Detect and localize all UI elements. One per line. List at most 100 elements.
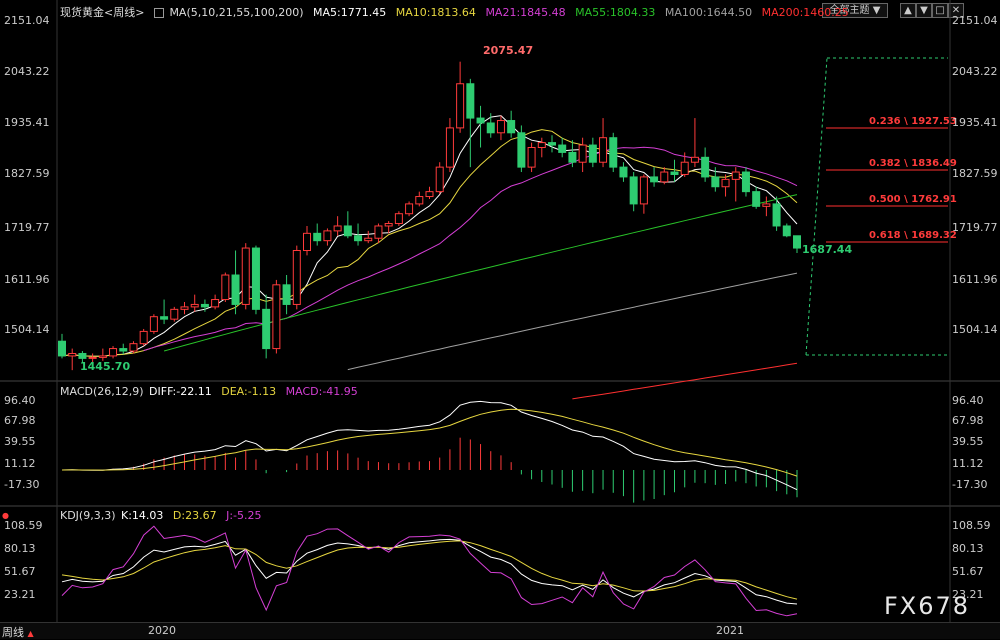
candle-body (639, 176, 648, 205)
price-chart[interactable] (0, 0, 1000, 638)
kdj-label[interactable]: KDJ(9,3,3) (60, 509, 116, 522)
kdj-tick-left: 51.67 (4, 565, 36, 578)
candle-body (599, 137, 608, 163)
candle-body (78, 352, 87, 359)
macd-tick: 11.12 (952, 457, 984, 470)
candle-body (670, 171, 679, 175)
candle-body (231, 274, 240, 305)
macd-tick-left: 39.55 (4, 435, 36, 448)
high-label: 2075.47 (483, 44, 534, 57)
price-tick-left: 1719.77 (4, 221, 50, 234)
price-tick-left: 2151.04 (4, 14, 50, 27)
kdj-k-line (61, 538, 798, 605)
candle-body (496, 120, 505, 134)
candle-body (772, 203, 781, 227)
candle-body (200, 303, 209, 308)
year-label-2020: 2020 (148, 624, 176, 637)
macd-dea: DEA:-1.13 (221, 385, 277, 398)
price-tick: 1611.96 (952, 273, 998, 286)
candle-body (793, 235, 801, 249)
macd-label[interactable]: MACD(26,12,9) (60, 385, 144, 398)
candle-body (558, 144, 567, 153)
price-tick: 1504.14 (952, 323, 998, 336)
macd-legend: MACD(26,12,9) DIFF:-22.11 DEA:-1.13 MACD… (60, 385, 364, 398)
candle-body (415, 196, 424, 205)
candle-body (333, 225, 342, 232)
low-label: 1445.70 (80, 360, 131, 373)
macd-tick: 39.55 (952, 435, 984, 448)
candle-body (68, 352, 77, 357)
kdj-tick: 108.59 (952, 519, 991, 532)
candle-body (180, 306, 189, 310)
price-tick-left: 1504.14 (4, 323, 50, 336)
candle-body (129, 343, 138, 352)
candle-body (609, 137, 618, 168)
candle-body (456, 83, 465, 129)
candle-body (588, 144, 597, 163)
candle-body (680, 161, 689, 175)
year-label-2021: 2021 (716, 624, 744, 637)
candle-body (537, 142, 546, 149)
kdj-j: J:-5.25 (226, 509, 262, 522)
ma5-line (61, 115, 798, 357)
candle-body (313, 232, 322, 242)
candle-body (660, 171, 669, 183)
kdj-k: K:14.03 (121, 509, 164, 522)
candle-body (160, 316, 169, 320)
macd-tick-left: -17.30 (4, 478, 40, 491)
candle-body (741, 171, 750, 193)
candle-body (731, 171, 740, 180)
candle-body (211, 299, 220, 308)
candle-body (650, 176, 659, 183)
candle-body (282, 284, 291, 305)
candle-body (139, 330, 148, 345)
price-tick: 1719.77 (952, 221, 998, 234)
candle-body (568, 151, 577, 163)
candle-body (221, 274, 230, 301)
candle-body (354, 235, 363, 242)
fibo-label-0382: 0.382 \ 1836.49 (869, 158, 957, 169)
kdj-tick-left: 23.21 (4, 588, 36, 601)
ma100-line (347, 272, 798, 371)
fibo-label-0500: 0.500 \ 1762.91 (869, 194, 957, 205)
watermark-logo: FX678 (884, 592, 971, 620)
kdj-legend: KDJ(9,3,3) K:14.03 D:23.67 J:-5.25 (60, 509, 268, 522)
candle-body (629, 176, 638, 205)
candle-body (721, 178, 730, 188)
candle-body (405, 203, 414, 215)
candle-body (690, 156, 699, 163)
macd-diff: DIFF:-22.11 (149, 385, 212, 398)
candle-body (507, 120, 516, 134)
period-label: 周线 (2, 626, 24, 639)
candle-body (384, 223, 393, 227)
candle-body (466, 83, 475, 119)
candle-body (486, 122, 495, 134)
candle-body (782, 225, 791, 237)
fibo-label-0236: 0.236 \ 1927.53 (869, 116, 957, 127)
price-tick: 1827.59 (952, 167, 998, 180)
time-axis-bar: 周线 ▲ 2020 2021 (0, 622, 1000, 639)
macd-tick-left: 96.40 (4, 394, 36, 407)
price-tick-left: 2043.22 (4, 65, 50, 78)
candle-body (619, 166, 628, 178)
kdj-d: D:23.67 (172, 509, 217, 522)
candle-body (578, 144, 587, 163)
candle-body (292, 249, 301, 305)
candle-body (435, 166, 444, 193)
candle-body (527, 147, 536, 168)
last-label: 1687.44 (802, 243, 853, 256)
kdj-tick: 51.67 (952, 565, 984, 578)
macd-tick: -17.30 (952, 478, 988, 491)
candle-body (58, 340, 66, 357)
candle-body (109, 348, 118, 357)
price-tick-left: 1611.96 (4, 273, 50, 286)
macd-tick-left: 11.12 (4, 457, 36, 470)
candle-body (476, 117, 485, 124)
candle-body (445, 127, 454, 168)
candle-body (262, 308, 271, 350)
kdj-tick-left: 80.13 (4, 542, 36, 555)
price-tick-left: 1827.59 (4, 167, 50, 180)
candle-body (241, 247, 250, 305)
price-tick: 2151.04 (952, 14, 998, 27)
candle-body (343, 225, 352, 237)
